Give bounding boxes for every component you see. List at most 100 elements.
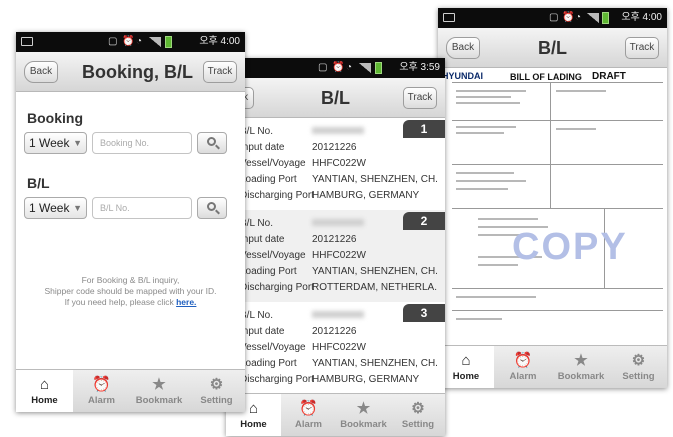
help-note: For Booking & B/L inquiry, Shipper code … — [16, 275, 245, 308]
list-item[interactable]: 3 B/L No. Input date 20121226 Vessel/Voya… — [226, 302, 445, 390]
booking-number-input[interactable]: Booking No. — [92, 132, 192, 154]
tab-bar: ⌂ Home ⏰ Alarm ★ Bookmark ⚙ Setting — [226, 393, 445, 436]
label-loading: Loading Port — [240, 174, 297, 185]
tab-label: Home — [240, 419, 267, 430]
label-vessel: Vessel/Voyage — [240, 342, 306, 353]
input-date: 20121226 — [312, 234, 357, 245]
track-button[interactable]: Track — [625, 37, 659, 59]
tab-bookmark[interactable]: ★ Bookmark — [130, 370, 188, 412]
tab-label: Setting — [401, 419, 435, 430]
wifi-icon: ◔ — [136, 36, 143, 47]
discharging-port: HAMBURG, GERMANY — [312, 374, 420, 385]
status-time: 오후 4:00 — [621, 12, 662, 23]
vessel: HHFC022W — [312, 158, 366, 169]
bl-number-masked — [312, 126, 364, 137]
battery-icon — [165, 36, 172, 48]
tab-setting[interactable]: ⚙ Setting — [610, 346, 667, 388]
bl-label: B/L — [27, 175, 50, 191]
list-item[interactable]: 1 B/L No. Input date 20121226 Vessel/Voya… — [226, 118, 445, 210]
status-time: 오후 3:59 — [399, 62, 440, 73]
chevron-down-icon: ▼ — [73, 138, 82, 148]
bookmark-icon: ★ — [356, 400, 371, 417]
battery-icon — [602, 12, 609, 24]
tab-label: Setting — [200, 395, 233, 406]
bl-number-masked — [312, 310, 364, 321]
discharging-port: ROTTERDAM, NETHERLA. — [312, 282, 438, 293]
booking-period-select[interactable]: 1 Week ▼ — [24, 132, 87, 154]
tab-label: Alarm — [88, 395, 115, 406]
label-loading: Loading Port — [240, 266, 297, 277]
label-discharging: Discharging Port — [240, 190, 314, 201]
image-notification-icon — [443, 13, 455, 22]
alarm-icon: ⏰ — [299, 400, 318, 417]
gear-icon: ⚙ — [411, 400, 425, 417]
battery-icon — [375, 62, 382, 74]
list-item[interactable]: 2 B/L No. Input date 20121226 Vessel/Voya… — [226, 210, 445, 302]
label-vessel: Vessel/Voyage — [240, 250, 306, 261]
tab-alarm[interactable]: ⏰ Alarm — [281, 394, 336, 436]
tab-label: Bookmark — [340, 419, 387, 430]
alarm-status-icon: ⏰ — [332, 62, 345, 73]
bl-number-input[interactable]: B/L No. — [92, 197, 192, 219]
gear-icon: ⚙ — [631, 352, 646, 369]
status-bar: ▢ ⏰ ◔ 오후 4:00 — [16, 32, 245, 52]
doc-heading: BILL OF LADING — [510, 72, 582, 82]
wifi-icon: ◔ — [346, 62, 353, 73]
doc-watermark: COPY — [512, 226, 628, 268]
loading-port: YANTIAN, SHENZHEN, CH. — [312, 358, 438, 369]
nav-bar: Back B/L Track — [438, 28, 667, 68]
wifi-icon: ◔ — [575, 12, 582, 23]
label-input-date: Input date — [240, 234, 285, 245]
label-input-date: Input date — [240, 326, 285, 337]
track-button[interactable]: Track — [403, 87, 437, 109]
tab-setting[interactable]: ⚙ Setting — [188, 370, 245, 412]
loading-port: YANTIAN, SHENZHEN, CH. — [312, 266, 438, 277]
vessel: HHFC022W — [312, 342, 366, 353]
chevron-down-icon: ▼ — [73, 203, 82, 213]
tab-alarm[interactable]: ⏰ Alarm — [73, 370, 130, 412]
vibrate-icon: ▢ — [108, 36, 118, 47]
tab-setting[interactable]: ⚙ Setting — [391, 394, 445, 436]
nav-bar: Back B/L Track — [226, 78, 445, 118]
bl-search-button[interactable] — [197, 197, 227, 219]
note-line: For Booking & B/L inquiry, — [81, 275, 180, 285]
vibrate-icon: ▢ — [318, 62, 328, 73]
phone-bl-list: ▢ ⏰ ◔ 오후 3:59 Back B/L Track 1 B/L No. I… — [226, 58, 445, 436]
item-number: 3 — [403, 304, 445, 322]
gear-icon: ⚙ — [209, 376, 224, 393]
loading-port: YANTIAN, SHENZHEN, CH. — [312, 174, 438, 185]
status-bar: ▢ ⏰ ◔ 오후 4:00 — [438, 8, 667, 28]
bl-document-image[interactable]: HYUNDAI BILL OF LADING DRAFT COPY — [438, 68, 667, 345]
note-line: If you need help, please click — [64, 297, 174, 307]
label-vessel: Vessel/Voyage — [240, 158, 306, 169]
tab-bookmark[interactable]: ★ Bookmark — [552, 346, 610, 388]
doc-company: HYUNDAI — [442, 71, 484, 81]
select-value: 1 Week — [29, 136, 70, 150]
phone-bl-document: ▢ ⏰ ◔ 오후 4:00 Back B/L Track HYUNDAI BIL… — [438, 8, 667, 388]
booking-search-button[interactable] — [197, 132, 227, 154]
tab-alarm[interactable]: ⏰ Alarm — [494, 346, 552, 388]
label-discharging: Discharging Port — [240, 282, 314, 293]
help-link[interactable]: here. — [176, 297, 196, 307]
tab-bar: ⌂ Home ⏰ Alarm ★ Bookmark ⚙ Setting — [438, 345, 667, 388]
alarm-icon: ⏰ — [92, 376, 111, 393]
alarm-icon: ⏰ — [513, 352, 533, 369]
input-date: 20121226 — [312, 142, 357, 153]
input-date: 20121226 — [312, 326, 357, 337]
bl-period-select[interactable]: 1 Week ▼ — [24, 197, 87, 219]
tab-label: Home — [452, 371, 480, 382]
alarm-status-icon: ⏰ — [562, 12, 575, 23]
status-bar: ▢ ⏰ ◔ 오후 3:59 — [226, 58, 445, 78]
note-line: Shipper code should be mapped with your … — [44, 286, 217, 296]
track-button[interactable]: Track — [203, 61, 237, 83]
home-icon: ⌂ — [461, 352, 471, 369]
bookmark-icon: ★ — [152, 376, 166, 393]
bookmark-icon: ★ — [574, 352, 588, 369]
tab-home[interactable]: ⌂ Home — [16, 370, 73, 412]
booking-label: Booking — [27, 110, 83, 126]
tab-home[interactable]: ⌂ Home — [438, 346, 494, 388]
signal-icon — [149, 37, 161, 47]
tab-bookmark[interactable]: ★ Bookmark — [336, 394, 391, 436]
signal-icon — [359, 63, 371, 73]
tab-label: Bookmark — [135, 395, 183, 406]
